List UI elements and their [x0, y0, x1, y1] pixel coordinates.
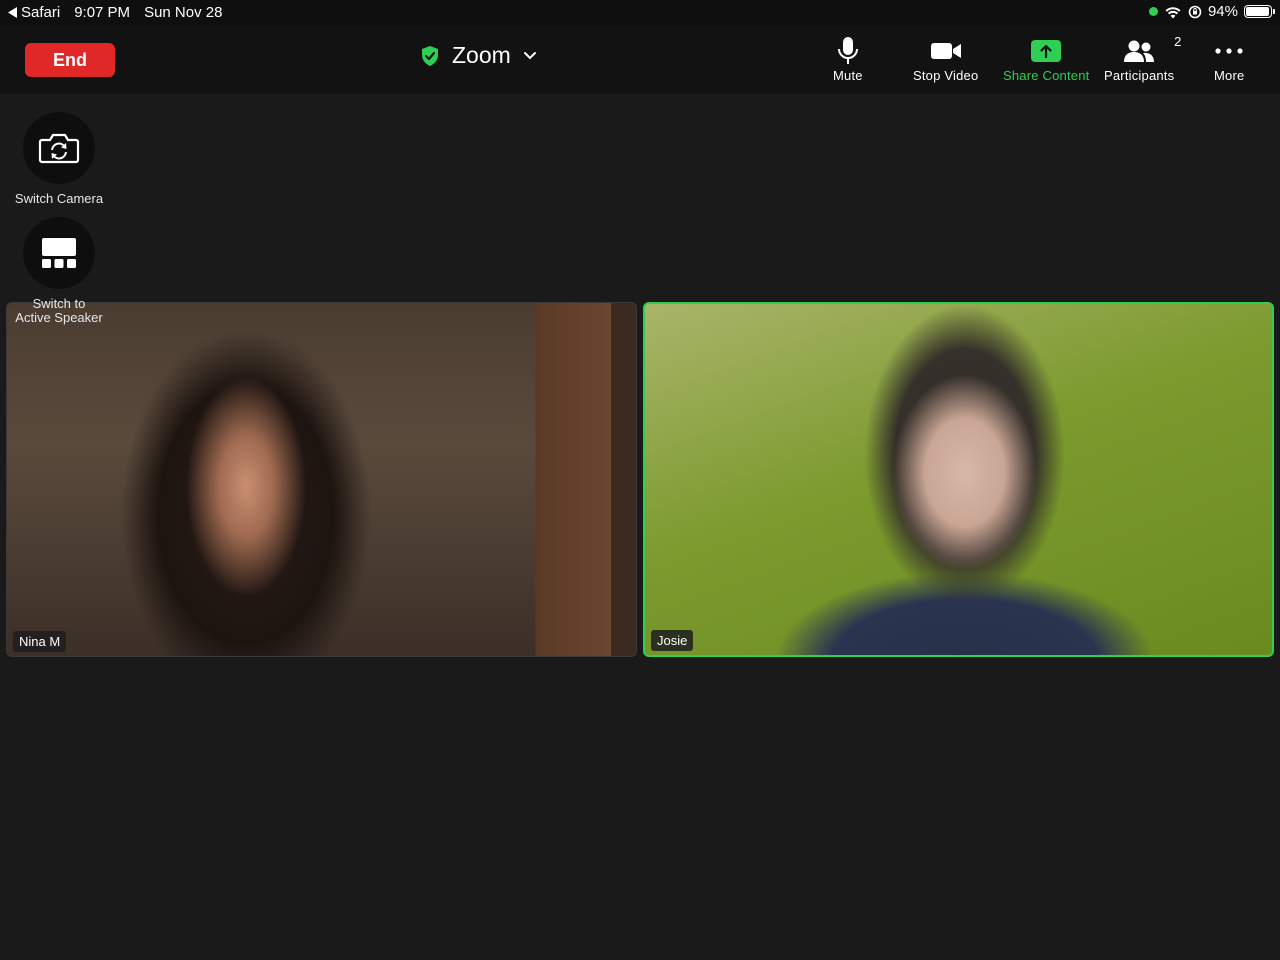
chevron-down-icon — [523, 51, 536, 59]
ellipsis-icon — [1215, 48, 1243, 54]
share-up-arrow-icon — [1040, 44, 1052, 58]
wifi-icon — [1165, 6, 1181, 18]
participants-button[interactable]: 2 Participants — [1104, 34, 1181, 83]
switch-camera-label: Switch Camera — [14, 191, 104, 206]
participants-count-badge: 2 — [1174, 34, 1182, 49]
stop-video-label: Stop Video — [913, 68, 979, 83]
orientation-lock-icon — [1188, 5, 1202, 18]
video-camera-icon — [930, 43, 961, 59]
status-date: Sun Nov 28 — [144, 4, 223, 21]
switch-camera-control: Switch Camera — [14, 112, 104, 206]
shield-check-icon — [422, 45, 438, 66]
mute-button[interactable]: Mute — [833, 36, 863, 83]
share-content-button[interactable]: Share Content — [1003, 36, 1089, 83]
microphone-icon — [837, 37, 858, 64]
status-time: 9:07 PM — [74, 4, 131, 21]
more-button[interactable]: More — [1214, 36, 1244, 83]
switch-view-label-line2: Active Speaker — [15, 310, 103, 325]
back-to-app-link[interactable]: Safari — [8, 4, 60, 21]
switch-view-label-line1: Switch to — [32, 296, 86, 311]
back-arrow-icon — [8, 7, 17, 18]
share-content-label: Share Content — [1003, 68, 1090, 83]
participant-name-tag: Josie — [651, 630, 694, 651]
participant-name-tag: Nina M — [13, 631, 67, 652]
camera-in-use-indicator — [1148, 7, 1158, 16]
switch-camera-button[interactable] — [23, 112, 95, 184]
speaker-view-icon — [42, 238, 76, 268]
share-badge — [1031, 40, 1062, 62]
status-bar: Safari 9:07 PM Sun Nov 28 94% — [0, 0, 1280, 26]
back-app-label: Safari — [21, 4, 61, 21]
video-tile-participant-2-active-speaker[interactable]: Josie — [643, 302, 1274, 657]
switch-view-button[interactable] — [23, 217, 95, 289]
people-icon — [1124, 40, 1155, 62]
meeting-title: Zoom — [452, 42, 511, 68]
battery-fill — [1246, 7, 1269, 16]
more-label: More — [1214, 68, 1245, 83]
meeting-title-dropdown[interactable]: Zoom — [420, 42, 537, 69]
meeting-toolbar: End Zoom Mute Stop Video Share Content 2… — [0, 26, 1280, 94]
battery-percent: 94% — [1207, 3, 1238, 20]
participants-label: Participants — [1104, 68, 1175, 83]
switch-view-label: Switch to Active Speaker — [15, 297, 102, 325]
end-meeting-button[interactable]: End — [25, 43, 115, 77]
status-bar-right: 94% — [1148, 3, 1275, 20]
status-bar-left: Safari 9:07 PM Sun Nov 28 — [8, 4, 222, 21]
battery-icon — [1244, 5, 1275, 18]
camera-rotate-icon — [38, 133, 80, 164]
switch-view-control: Switch to Active Speaker — [4, 217, 114, 325]
video-tile-participant-1[interactable]: Nina M — [6, 302, 637, 657]
stop-video-button[interactable]: Stop Video — [913, 36, 978, 83]
mute-label: Mute — [833, 68, 863, 83]
